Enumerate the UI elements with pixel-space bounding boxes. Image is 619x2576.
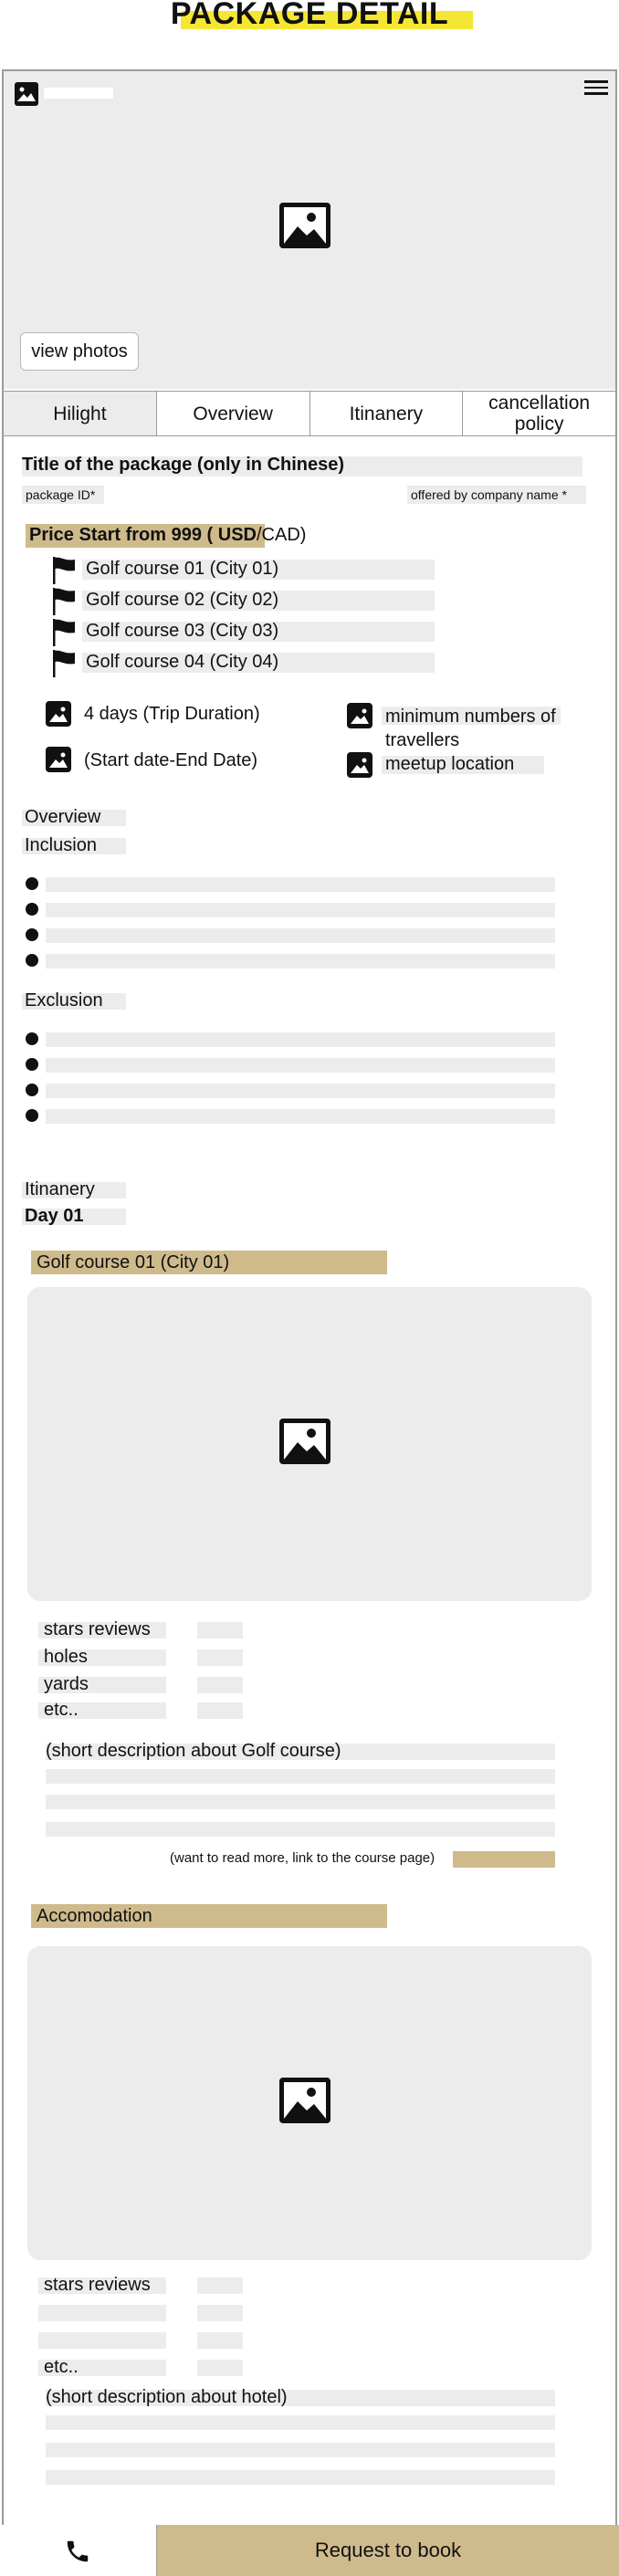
hamburger-menu-icon[interactable] (584, 77, 608, 99)
description-line (46, 1795, 555, 1809)
flag-icon (53, 588, 75, 615)
description-line (46, 2470, 555, 2485)
golf-heading: Golf course 01 (City 01) (37, 1252, 230, 1272)
price-text: Price Start from 999 ( USD/CAD) (29, 525, 306, 546)
meetup-location: meetup location (385, 754, 515, 774)
inclusion-item (46, 954, 555, 969)
stat-value-placeholder (197, 2305, 243, 2321)
course-item[interactable]: Golf course 03 (City 03) (51, 619, 435, 646)
image-icon (347, 752, 372, 778)
bullet-icon (26, 1058, 38, 1071)
exclusion-item (46, 1109, 555, 1124)
call-button[interactable] (0, 2525, 157, 2576)
course-label: Golf course 04 (City 04) (86, 652, 279, 672)
overview-heading: Overview (25, 807, 101, 827)
flag-icon (53, 650, 75, 677)
logo-image-icon (15, 82, 38, 106)
golf-stat-label: yards (44, 1674, 89, 1694)
page-header: PACKAGE DETAIL (0, 0, 619, 55)
tab-highlight[interactable]: Hilight (4, 392, 157, 435)
stat-value-placeholder (197, 1677, 243, 1693)
day-heading: Day 01 (25, 1206, 84, 1226)
tab-itinerary[interactable]: Itinanery (310, 392, 464, 435)
image-icon (347, 703, 372, 728)
bullet-icon (26, 1084, 38, 1096)
description-line (46, 2415, 555, 2430)
inclusion-item (46, 928, 555, 943)
course-label: Golf course 01 (City 01) (86, 559, 279, 579)
hotel-stat-label: stars reviews (44, 2275, 151, 2295)
golf-stat-label: etc.. (44, 1700, 79, 1720)
trip-dates: (Start date-End Date) (84, 750, 258, 770)
price-main: Price Start from 999 ( USD (29, 525, 257, 545)
image-icon (46, 747, 71, 772)
course-item[interactable]: Golf course 04 (City 04) (51, 650, 435, 677)
tab-bar: Hilight Overview Itinanery cancellation … (4, 391, 615, 436)
logo-placeholder (44, 88, 113, 99)
course-label: Golf course 02 (City 02) (86, 590, 279, 610)
bullet-icon (26, 877, 38, 890)
bullet-icon (26, 1109, 38, 1122)
description-line (46, 2443, 555, 2457)
hotel-heading: Accomodation (37, 1906, 152, 1926)
inclusion-item (46, 903, 555, 917)
exclusion-item (46, 1058, 555, 1073)
image-icon (279, 203, 330, 248)
description-line (46, 1822, 555, 1837)
stat-value-placeholder (197, 1702, 243, 1719)
stat-value-placeholder (197, 2332, 243, 2349)
hotel-stat-label: etc.. (44, 2357, 79, 2377)
inclusion-item (46, 877, 555, 892)
golf-stat-label: stars reviews (44, 1619, 151, 1639)
exclusion-item (46, 1032, 555, 1047)
golf-stat-label: holes (44, 1647, 88, 1667)
read-more-text: (want to read more, link to the course p… (170, 1850, 435, 1866)
stat-value-placeholder (197, 2278, 243, 2294)
course-item[interactable]: Golf course 02 (City 02) (51, 588, 435, 615)
page-title: PACKAGE DETAIL (170, 0, 449, 31)
bullet-icon (26, 928, 38, 941)
hotel-description: (short description about hotel) (46, 2387, 288, 2407)
image-icon (46, 701, 71, 727)
exclusion-item (46, 1084, 555, 1098)
trip-duration: 4 days (Trip Duration) (84, 704, 260, 724)
itinerary-heading: Itinanery (25, 1179, 95, 1199)
company-name: offered by company name * (411, 487, 567, 502)
exclusion-heading: Exclusion (25, 990, 103, 1011)
bullet-icon (26, 954, 38, 967)
bullet-icon (26, 903, 38, 916)
package-title: Title of the package (only in Chinese) (22, 455, 345, 475)
stat-placeholder (38, 2332, 166, 2349)
stat-value-placeholder (197, 1622, 243, 1639)
request-to-book-button[interactable]: Request to book (157, 2525, 619, 2576)
view-photos-button[interactable]: view photos (20, 332, 139, 371)
min-travellers: minimum numbers of travellers (385, 707, 556, 750)
stat-value-placeholder (197, 2360, 243, 2376)
read-more-link[interactable] (453, 1851, 555, 1868)
tab-overview[interactable]: Overview (157, 392, 310, 435)
flag-icon (53, 557, 75, 584)
image-icon (279, 1419, 330, 1464)
stat-placeholder (38, 2305, 166, 2321)
image-icon (279, 2078, 330, 2123)
price-currency-tail: /CAD) (256, 525, 307, 545)
package-id: package ID* (26, 487, 96, 502)
description-line (46, 1769, 555, 1784)
flag-icon (53, 619, 75, 646)
phone-icon (67, 2540, 89, 2562)
course-label: Golf course 03 (City 03) (86, 621, 279, 641)
bullet-icon (26, 1032, 38, 1045)
tab-cancellation-policy[interactable]: cancellation policy (463, 392, 615, 435)
stat-value-placeholder (197, 1649, 243, 1666)
golf-description: (short description about Golf course) (46, 1741, 341, 1761)
course-item[interactable]: Golf course 01 (City 01) (51, 557, 435, 584)
inclusion-heading: Inclusion (25, 835, 97, 855)
